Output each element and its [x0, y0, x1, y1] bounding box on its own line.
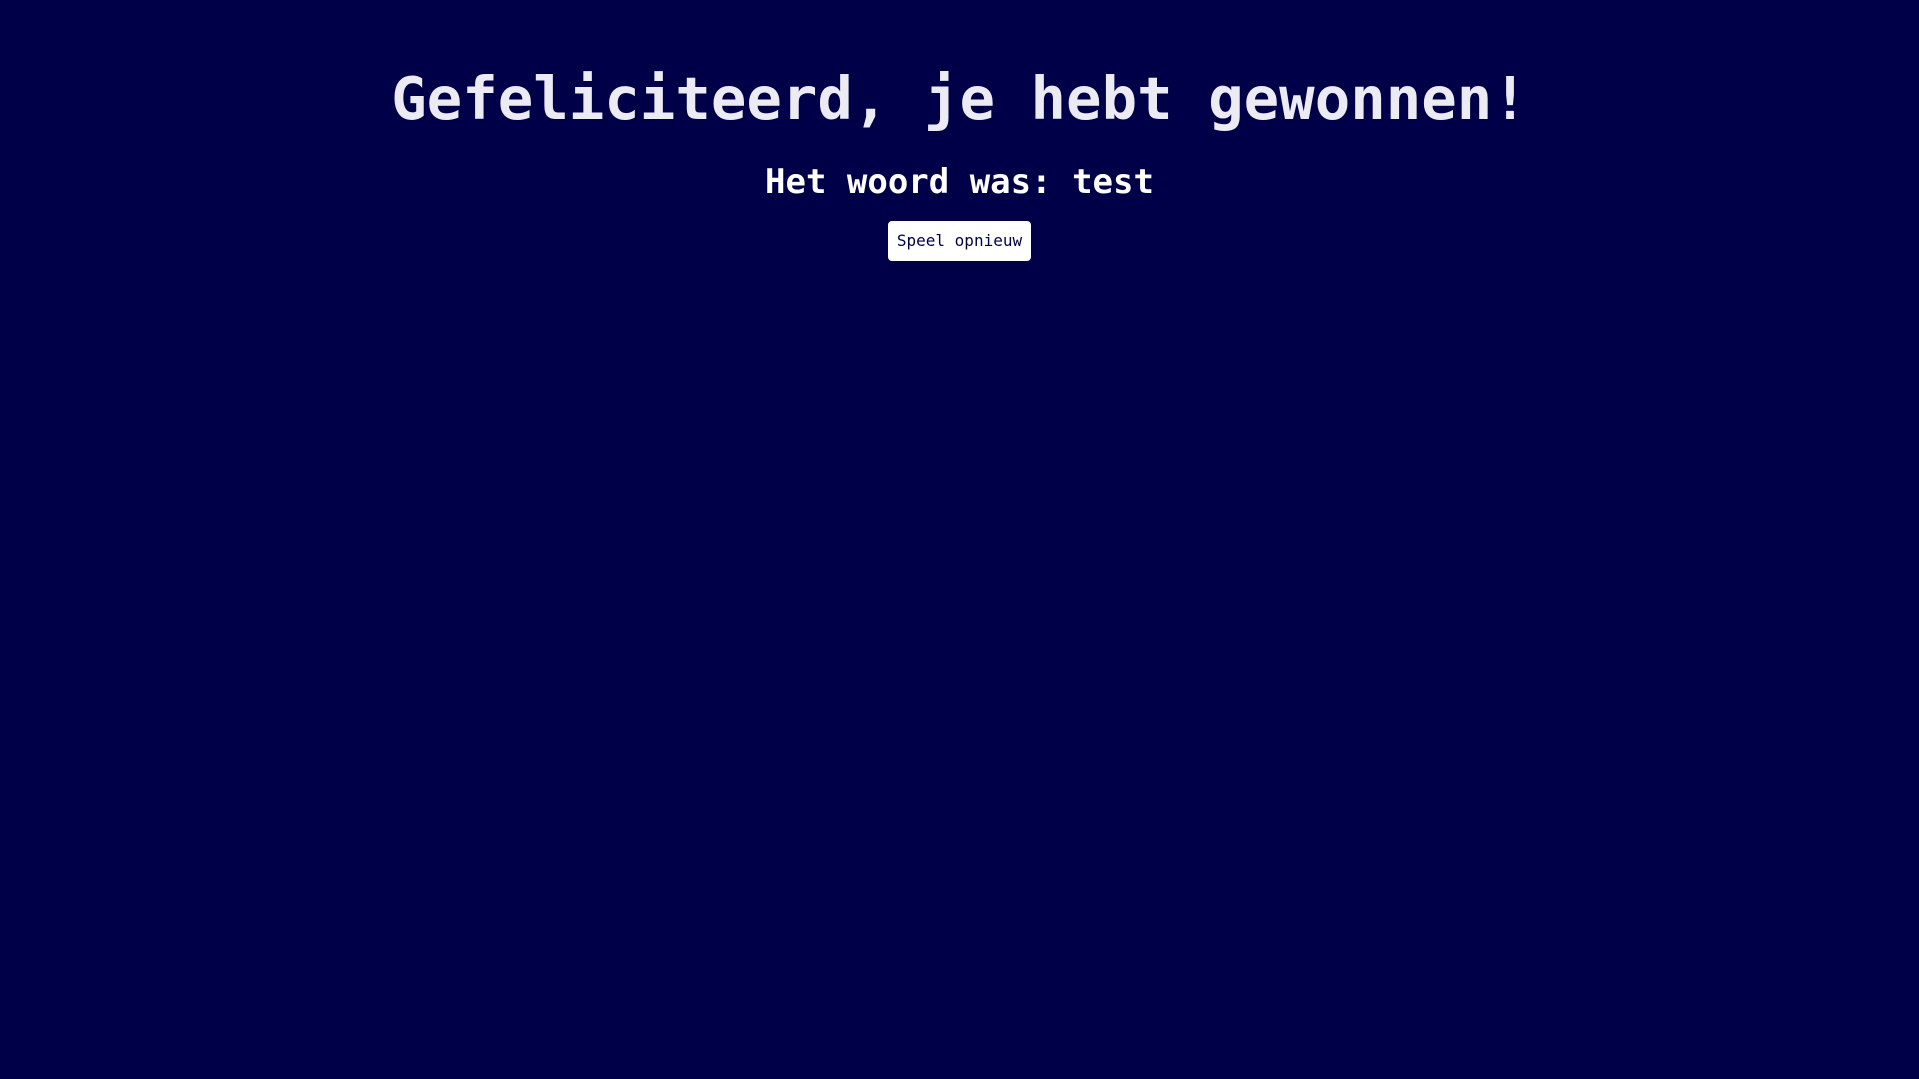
word-label: Het woord was:	[765, 162, 1052, 202]
win-screen: Gefeliciteerd, je hebt gewonnen! Het woo…	[0, 0, 1919, 1079]
win-title: Gefeliciteerd, je hebt gewonnen!	[391, 64, 1528, 133]
word-reveal: Het woord was: test	[765, 160, 1154, 204]
revealed-word: test	[1072, 162, 1154, 202]
play-again-button[interactable]: Speel opnieuw	[887, 221, 1032, 261]
